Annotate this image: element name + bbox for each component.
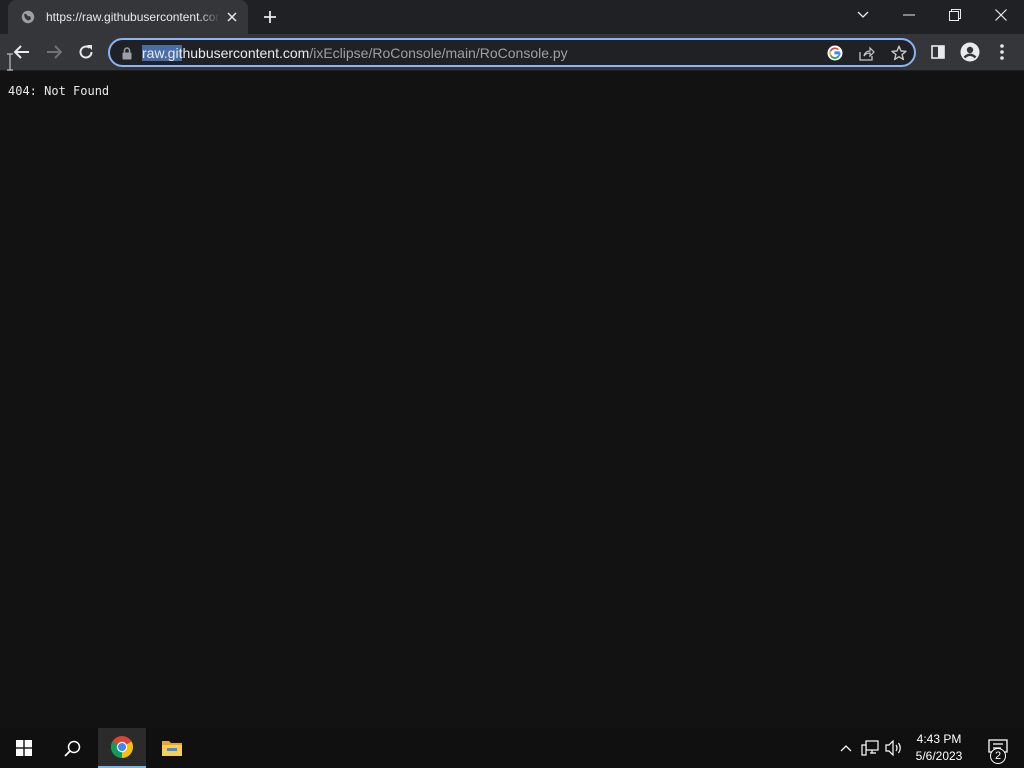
chevron-down-icon (857, 11, 869, 18)
restore-icon (949, 9, 961, 21)
url-text[interactable]: raw.githubusercontent.com/ixEclipse/RoCo… (142, 45, 568, 61)
show-hidden-icons-chevron-up-icon[interactable] (836, 738, 856, 758)
title-bar: https://raw.githubusercontent.com/ixEcli… (0, 0, 1024, 34)
share-icon[interactable] (856, 43, 878, 63)
network-icon[interactable] (860, 738, 880, 758)
windows-start-icon (16, 740, 32, 756)
browser-tab[interactable]: https://raw.githubusercontent.com/ixEcli… (8, 0, 248, 34)
kebab-menu-icon (1000, 44, 1004, 60)
reload-icon (79, 45, 93, 59)
new-tab-button[interactable] (256, 4, 284, 30)
taskbar-clock[interactable]: 4:43 PM 5/6/2023 (906, 731, 972, 765)
browser-toolbar: raw.githubusercontent.com/ixEclipse/RoCo… (0, 34, 1024, 71)
notification-count-badge: 2 (990, 748, 1006, 764)
tab-search-button[interactable] (840, 0, 886, 30)
taskbar-file-explorer[interactable] (148, 728, 196, 768)
profile-icon (960, 42, 980, 62)
url-path-text: /ixEclipse/RoConsole/main/RoConsole.py (309, 45, 568, 61)
lock-icon[interactable] (120, 45, 134, 61)
side-panel-button[interactable] (924, 38, 952, 66)
volume-icon[interactable] (884, 738, 904, 758)
reload-button[interactable] (72, 38, 100, 66)
star-icon[interactable] (888, 43, 910, 63)
file-explorer-icon (162, 741, 182, 756)
chrome-icon (111, 736, 133, 758)
taskbar-chrome[interactable] (98, 728, 146, 768)
google-icon[interactable] (824, 43, 846, 63)
url-selected-text: raw.git (142, 45, 183, 61)
taskbar: 4:43 PM 5/6/2023 2 (0, 728, 1024, 768)
text-cursor-icon (7, 53, 13, 71)
globe-icon (20, 9, 36, 25)
tab-title: https://raw.githubusercontent.com/ixEcli… (46, 10, 220, 24)
url-host-text: hubusercontent.com (182, 45, 310, 61)
side-panel-icon (931, 45, 945, 59)
plus-icon (264, 11, 276, 23)
forward-button[interactable] (40, 38, 68, 66)
minimize-button[interactable] (886, 0, 932, 30)
page-content: 404: Not Found (0, 71, 1024, 728)
error-message: 404: Not Found (8, 84, 110, 98)
forward-arrow-icon (47, 45, 62, 59)
close-tab-icon[interactable] (222, 7, 242, 27)
clock-date: 5/6/2023 (915, 749, 963, 763)
close-window-button[interactable] (978, 0, 1024, 30)
address-bar[interactable]: raw.githubusercontent.com/ixEclipse/RoCo… (108, 38, 916, 67)
start-button[interactable] (0, 728, 48, 768)
search-icon (63, 740, 80, 757)
back-arrow-icon (14, 45, 29, 59)
close-icon (995, 9, 1007, 21)
minimize-icon (903, 14, 915, 16)
profile-button[interactable] (956, 38, 984, 66)
clock-time: 4:43 PM (916, 732, 962, 746)
restore-button[interactable] (932, 0, 978, 30)
chrome-menu-button[interactable] (988, 38, 1016, 66)
taskbar-search-button[interactable] (48, 728, 96, 768)
